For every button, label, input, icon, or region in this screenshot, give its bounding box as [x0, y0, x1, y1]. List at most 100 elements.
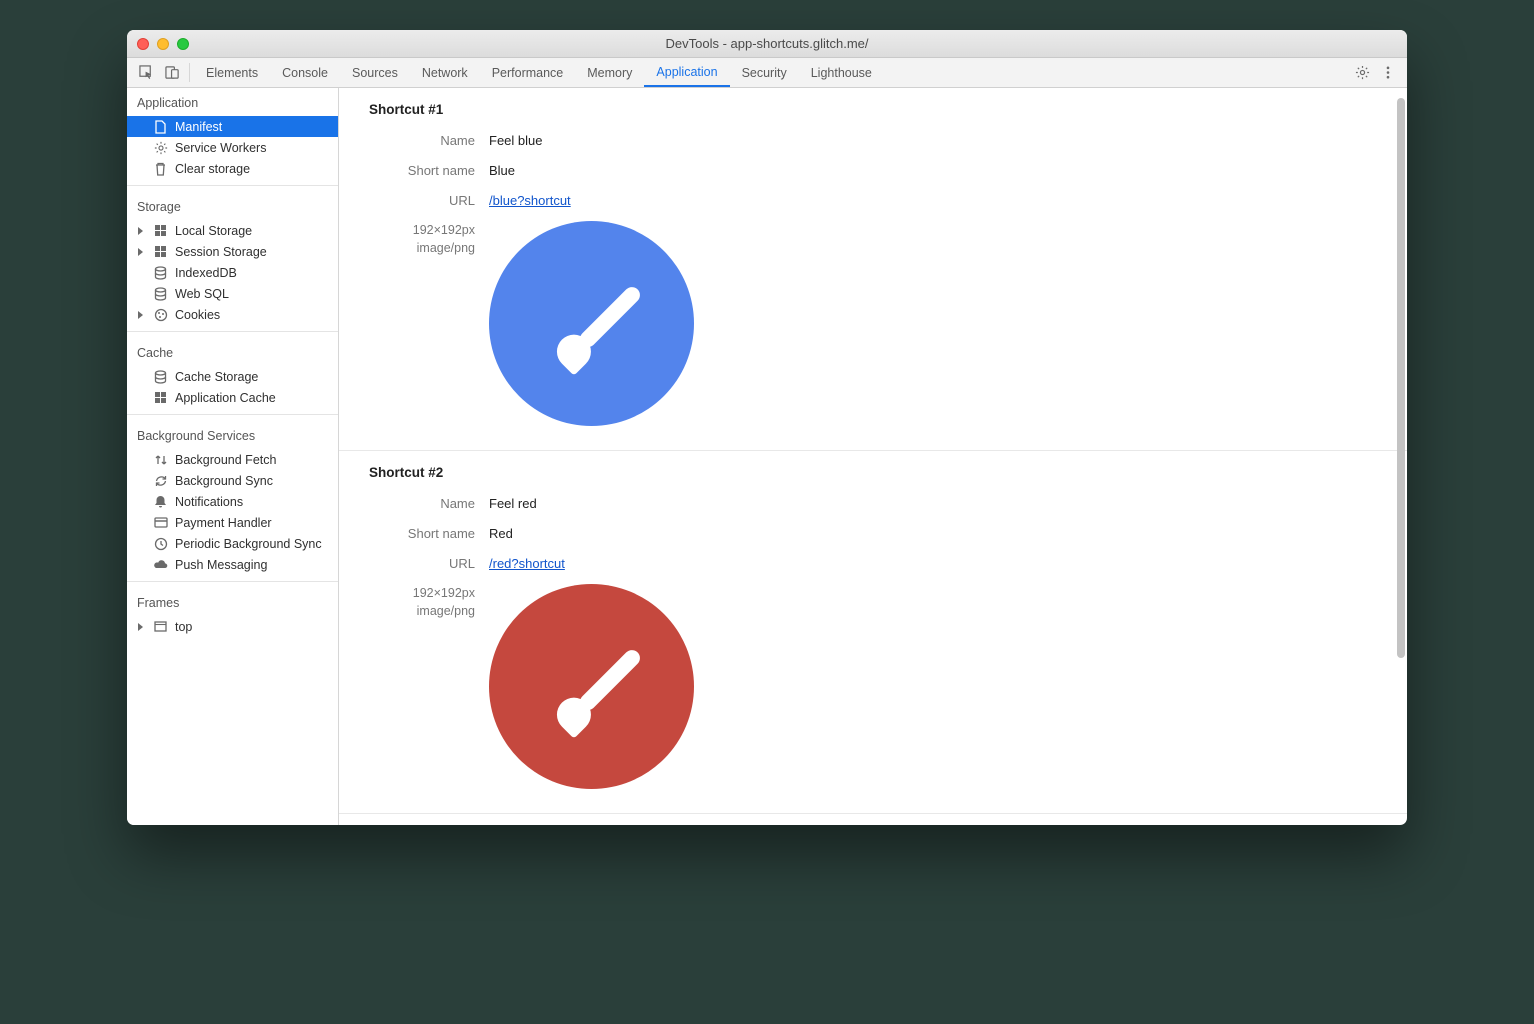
grid-icon	[153, 244, 168, 259]
field-value: /red?shortcut	[489, 554, 565, 574]
tab-performance[interactable]: Performance	[480, 58, 576, 87]
bell-icon	[153, 494, 168, 509]
tab-memory[interactable]: Memory	[575, 58, 644, 87]
sidebar-item-top[interactable]: top	[127, 616, 338, 637]
close-window-button[interactable]	[137, 38, 149, 50]
tab-lighthouse[interactable]: Lighthouse	[799, 58, 884, 87]
sidebar-item-payment-handler[interactable]: Payment Handler	[127, 512, 338, 533]
shortcut-heading: Shortcut #2	[369, 465, 1377, 480]
sidebar-group-frames: Frames	[127, 588, 338, 616]
brush-icon	[577, 284, 643, 350]
field-label: Name	[369, 494, 489, 514]
zoom-window-button[interactable]	[177, 38, 189, 50]
shortcut-icon-preview	[489, 584, 694, 789]
clock-icon	[153, 536, 168, 551]
devtools-tabstrip: ElementsConsoleSourcesNetworkPerformance…	[127, 58, 1407, 88]
device-toolbar-icon[interactable]	[159, 58, 185, 87]
expand-arrow-icon[interactable]	[138, 623, 143, 631]
sidebar-item-label: Application Cache	[175, 391, 276, 405]
sync-icon	[153, 473, 168, 488]
expand-arrow-icon[interactable]	[138, 227, 143, 235]
sidebar-item-label: Clear storage	[175, 162, 250, 176]
cookie-icon	[153, 307, 168, 322]
updown-icon	[153, 452, 168, 467]
sidebar-item-push-messaging[interactable]: Push Messaging	[127, 554, 338, 575]
sidebar-group-application: Application	[127, 88, 338, 116]
field-value: Red	[489, 524, 513, 544]
gear-icon	[153, 140, 168, 155]
minimize-window-button[interactable]	[157, 38, 169, 50]
manifest-pane[interactable]: Shortcut #1NameFeel blueShort nameBlueUR…	[339, 88, 1407, 825]
sidebar-item-label: Cookies	[175, 308, 220, 322]
sidebar-group-storage: Storage	[127, 192, 338, 220]
expand-arrow-icon[interactable]	[138, 248, 143, 256]
scrollbar[interactable]	[1395, 88, 1405, 825]
shortcut-section-2: Shortcut #2 NameFeel redShort nameRedURL/…	[339, 451, 1407, 814]
sidebar-item-session-storage[interactable]: Session Storage	[127, 241, 338, 262]
shortcut-url-link[interactable]: /red?shortcut	[489, 556, 565, 571]
sidebar-item-label: Push Messaging	[175, 558, 267, 572]
window-titlebar: DevTools - app-shortcuts.glitch.me/	[127, 30, 1407, 58]
sidebar-item-web-sql[interactable]: Web SQL	[127, 283, 338, 304]
frame-icon	[153, 619, 168, 634]
icon-meta: 192×192pximage/png	[369, 584, 489, 620]
field-value: Feel blue	[489, 131, 542, 151]
trash-icon	[153, 161, 168, 176]
settings-icon[interactable]	[1349, 58, 1375, 87]
separator	[189, 63, 190, 82]
sidebar-item-cookies[interactable]: Cookies	[127, 304, 338, 325]
tab-console[interactable]: Console	[270, 58, 340, 87]
sidebar-item-periodic-background-sync[interactable]: Periodic Background Sync	[127, 533, 338, 554]
cloud-icon	[153, 557, 168, 572]
sidebar-group-background-services: Background Services	[127, 421, 338, 449]
sidebar-item-local-storage[interactable]: Local Storage	[127, 220, 338, 241]
sidebar-item-notifications[interactable]: Notifications	[127, 491, 338, 512]
expand-arrow-icon[interactable]	[138, 311, 143, 319]
database-icon	[153, 286, 168, 301]
sidebar-item-label: Session Storage	[175, 245, 267, 259]
tab-security[interactable]: Security	[730, 58, 799, 87]
field-label: URL	[369, 554, 489, 574]
sidebar-item-service-workers[interactable]: Service Workers	[127, 137, 338, 158]
sidebar-item-cache-storage[interactable]: Cache Storage	[127, 366, 338, 387]
inspect-element-icon[interactable]	[133, 58, 159, 87]
traffic-lights	[137, 38, 189, 50]
grid-icon	[153, 223, 168, 238]
field-value: Blue	[489, 161, 515, 181]
database-icon	[153, 369, 168, 384]
sidebar-item-indexeddb[interactable]: IndexedDB	[127, 262, 338, 283]
tab-network[interactable]: Network	[410, 58, 480, 87]
sidebar-item-label: Service Workers	[175, 141, 266, 155]
more-menu-icon[interactable]	[1375, 58, 1401, 87]
sidebar-item-label: Cache Storage	[175, 370, 258, 384]
application-sidebar[interactable]: ApplicationManifest Service Workers Clear …	[127, 88, 339, 825]
field-label: Name	[369, 131, 489, 151]
sidebar-item-label: Background Sync	[175, 474, 273, 488]
field-value: Feel red	[489, 494, 537, 514]
scrollbar-thumb[interactable]	[1397, 98, 1405, 658]
sidebar-item-label: IndexedDB	[175, 266, 237, 280]
tab-sources[interactable]: Sources	[340, 58, 410, 87]
sidebar-item-clear-storage[interactable]: Clear storage	[127, 158, 338, 179]
sidebar-item-label: Local Storage	[175, 224, 252, 238]
sidebar-item-label: top	[175, 620, 192, 634]
sidebar-item-label: Periodic Background Sync	[175, 537, 322, 551]
sidebar-item-background-sync[interactable]: Background Sync	[127, 470, 338, 491]
shortcut-icon-preview	[489, 221, 694, 426]
sidebar-item-application-cache[interactable]: Application Cache	[127, 387, 338, 408]
sidebar-item-label: Payment Handler	[175, 516, 272, 530]
shortcut-section-1: Shortcut #1NameFeel blueShort nameBlueUR…	[339, 88, 1407, 451]
sidebar-item-background-fetch[interactable]: Background Fetch	[127, 449, 338, 470]
icon-meta: 192×192pximage/png	[369, 221, 489, 257]
field-label: Short name	[369, 524, 489, 544]
tab-application[interactable]: Application	[644, 58, 729, 87]
tab-elements[interactable]: Elements	[194, 58, 270, 87]
sidebar-item-label: Web SQL	[175, 287, 229, 301]
sidebar-item-manifest[interactable]: Manifest	[127, 116, 338, 137]
sidebar-group-cache: Cache	[127, 338, 338, 366]
card-icon	[153, 515, 168, 530]
file-icon	[153, 119, 168, 134]
shortcut-url-link[interactable]: /blue?shortcut	[489, 193, 571, 208]
database-icon	[153, 265, 168, 280]
window-title: DevTools - app-shortcuts.glitch.me/	[127, 36, 1407, 51]
